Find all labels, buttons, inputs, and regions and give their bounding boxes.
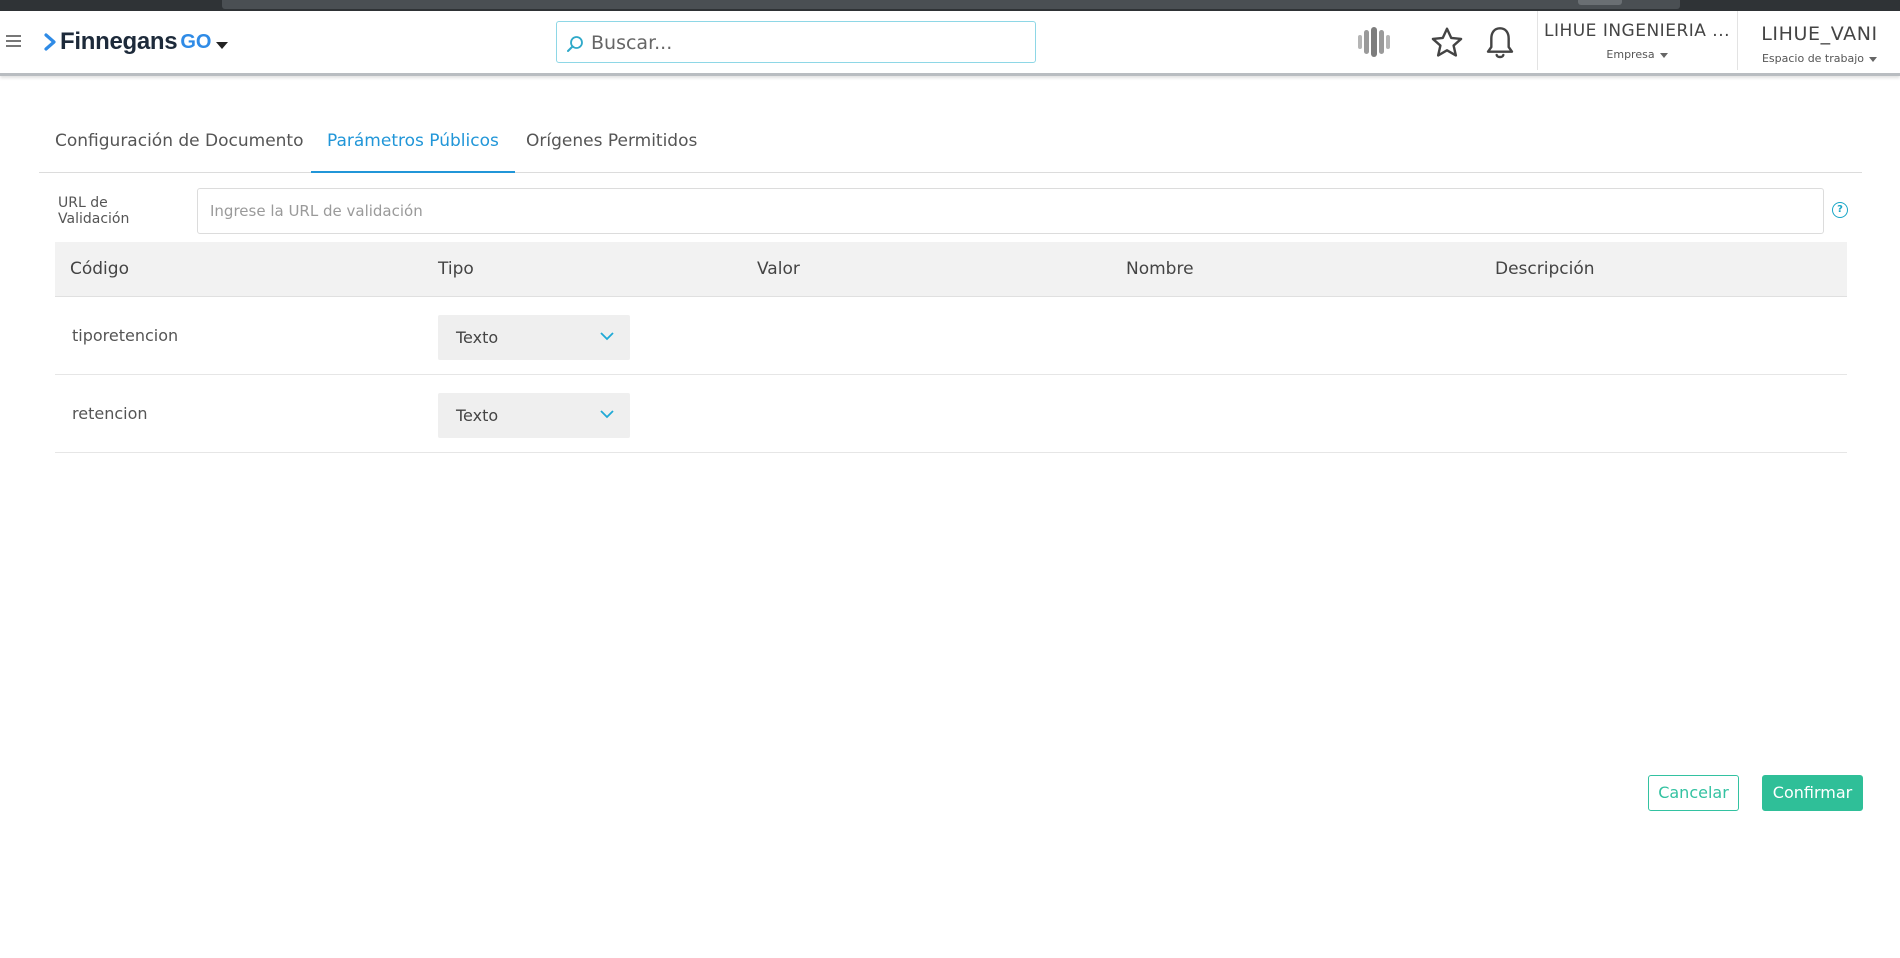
table-row: retencion Texto xyxy=(55,375,1847,453)
url-validation-input[interactable] xyxy=(197,188,1824,234)
search-box xyxy=(556,21,1036,63)
company-caret-icon xyxy=(1659,52,1668,58)
logo-text: Finnegans xyxy=(60,28,178,55)
parameters-table: Código Tipo Valor Nombre Descripción tip… xyxy=(55,242,1847,453)
workspace-caret-icon xyxy=(1869,56,1878,62)
tipo-select[interactable]: Texto xyxy=(438,315,630,360)
cell-codigo: retencion xyxy=(72,404,148,423)
column-header-tipo: Tipo xyxy=(438,259,474,279)
app-header: Finnegans GO LIHUE INGENIERIA ... Empres… xyxy=(0,11,1900,76)
tipo-select-value: Texto xyxy=(456,406,499,425)
workspace-label: Espacio de trabajo xyxy=(1761,52,1865,65)
logo-chevron-icon xyxy=(44,33,56,51)
confirm-button[interactable]: Confirmar xyxy=(1762,775,1863,811)
tab-origenes-permitidos[interactable]: Orígenes Permitidos xyxy=(510,112,713,171)
company-label: Empresa xyxy=(1606,48,1655,61)
assistant-icon[interactable] xyxy=(1356,25,1396,59)
workspace-name: LIHUE_VANI xyxy=(1761,23,1878,45)
table-row: tiporetencion Texto xyxy=(55,297,1847,375)
top-strip-pill xyxy=(1578,0,1622,5)
column-header-descripcion: Descripción xyxy=(1495,259,1595,279)
company-selector[interactable]: LIHUE INGENIERIA ... Empresa xyxy=(1538,11,1736,70)
menu-icon[interactable] xyxy=(6,35,21,47)
column-header-nombre: Nombre xyxy=(1126,259,1194,279)
help-icon[interactable]: ? xyxy=(1832,202,1848,218)
tipo-select-value: Texto xyxy=(456,328,499,347)
tipo-select[interactable]: Texto xyxy=(438,393,630,438)
workspace-selector[interactable]: LIHUE_VANI Espacio de trabajo xyxy=(1739,11,1900,70)
cancel-button[interactable]: Cancelar xyxy=(1648,775,1739,811)
tab-bar: Configuración de Documento Parámetros Pú… xyxy=(39,112,1862,173)
column-header-codigo: Código xyxy=(70,259,129,279)
chevron-down-icon xyxy=(600,332,614,341)
favorites-star-icon[interactable] xyxy=(1428,25,1466,61)
tab-configuracion-documento[interactable]: Configuración de Documento xyxy=(39,112,320,171)
search-input[interactable] xyxy=(589,26,1023,60)
chevron-down-icon xyxy=(600,410,614,419)
cell-codigo: tiporetencion xyxy=(72,326,179,345)
url-validation-label: URL de Validación xyxy=(58,195,130,227)
app-logo[interactable]: Finnegans GO xyxy=(44,28,212,55)
logo-suffix: GO xyxy=(180,30,212,53)
header-divider xyxy=(1737,11,1738,70)
tab-parametros-publicos[interactable]: Parámetros Públicos xyxy=(311,112,515,173)
table-header: Código Tipo Valor Nombre Descripción xyxy=(55,242,1847,297)
company-name: LIHUE INGENIERIA ... xyxy=(1543,21,1731,41)
top-strip-bar xyxy=(222,0,1680,9)
notifications-bell-icon[interactable] xyxy=(1484,24,1516,62)
app-switcher-caret-icon[interactable] xyxy=(216,42,228,49)
column-header-valor: Valor xyxy=(757,259,800,279)
search-icon xyxy=(567,36,583,52)
browser-top-strip xyxy=(0,0,1900,11)
